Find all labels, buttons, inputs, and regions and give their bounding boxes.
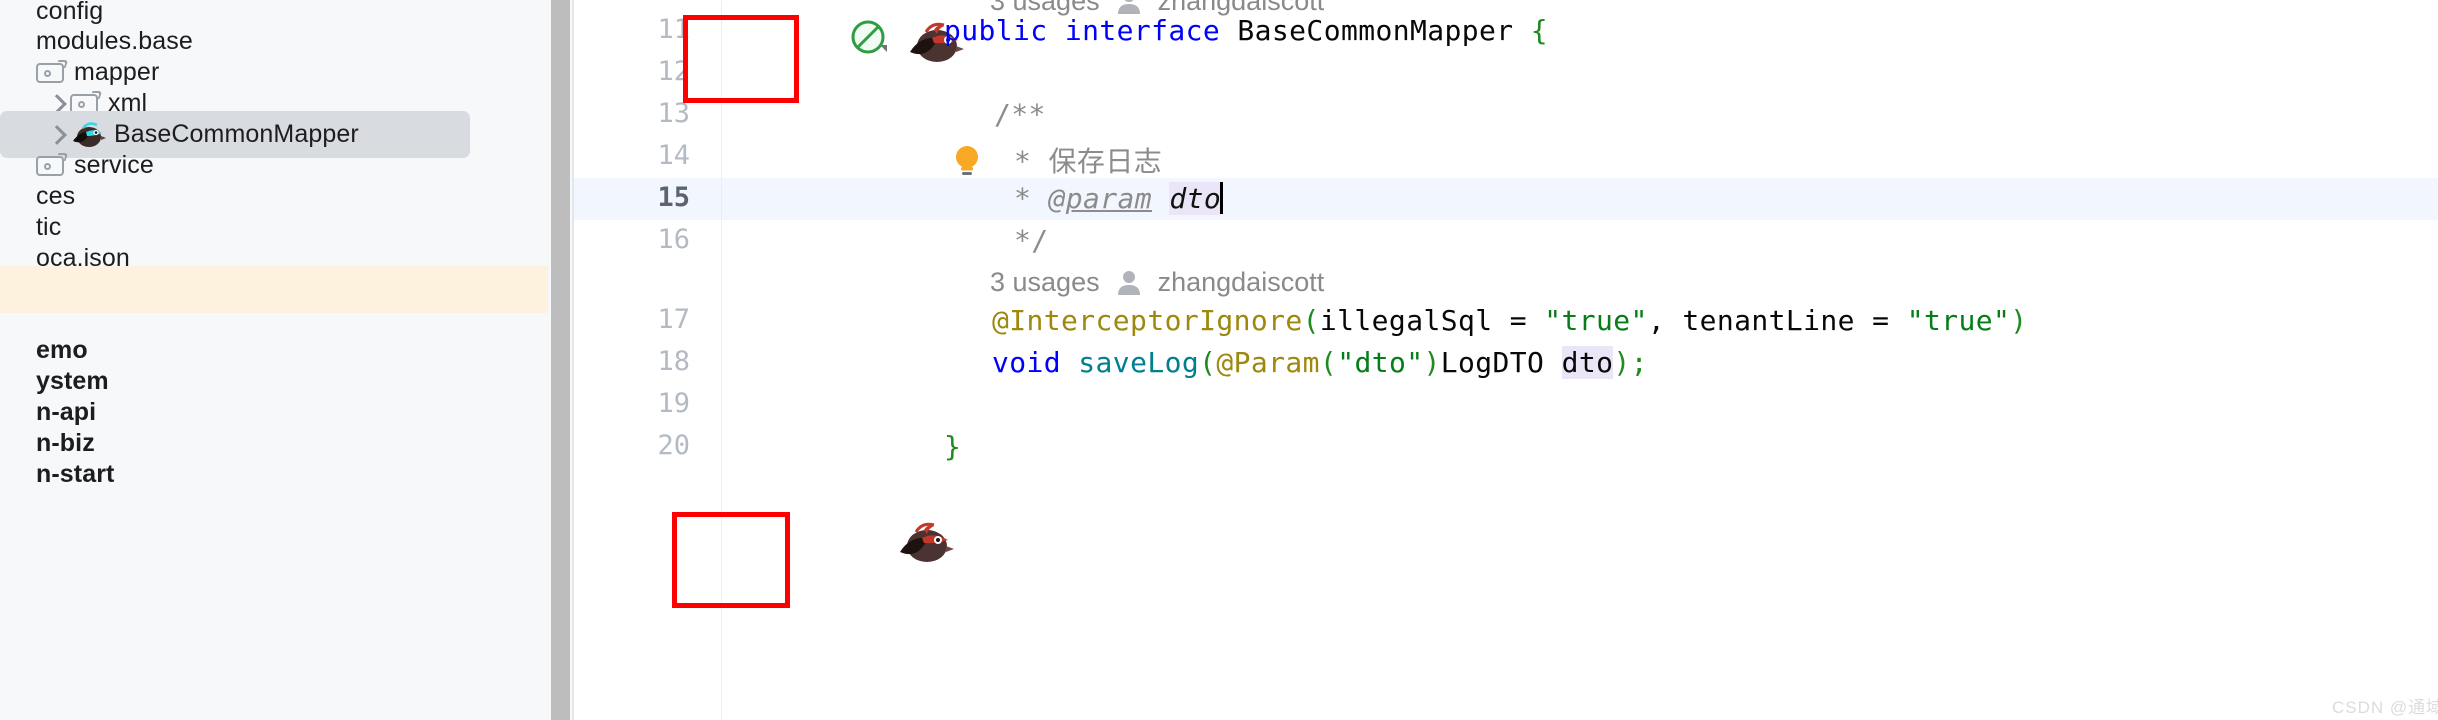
- param-anno-paren-close: ): [1423, 346, 1441, 379]
- anno-key-illegalsql: illegalSql: [1319, 304, 1493, 337]
- text-caret: [1220, 182, 1224, 214]
- param-name-dto[interactable]: dto: [1561, 346, 1614, 379]
- caret-row-highlight: [574, 178, 2438, 220]
- keyword-public: public: [944, 14, 1048, 47]
- gutter-divider: [721, 0, 722, 720]
- open-brace: {: [1530, 14, 1549, 47]
- code-line-17-annotation[interactable]: @InterceptorIgnore(illegalSql = "true", …: [992, 304, 2028, 337]
- line-number-18[interactable]: 18: [574, 346, 690, 377]
- chevron-placeholder: [8, 276, 36, 304]
- code-line-20-close-brace[interactable]: }: [944, 430, 961, 463]
- author-name: zhangdaiscott: [1157, 267, 1325, 297]
- mybatis-navigate-icon-line18[interactable]: [894, 516, 956, 576]
- param-anno-string: "dto": [1337, 346, 1424, 379]
- type-name: BaseCommonMapper: [1237, 14, 1514, 47]
- javadoc-star-2: *: [1014, 182, 1049, 215]
- anno-paren-open: (: [1302, 304, 1320, 337]
- code-line-13-javadoc-open[interactable]: /**: [994, 98, 1046, 131]
- line-number-16[interactable]: 16: [574, 224, 690, 255]
- red-highlight-bottom: [672, 512, 790, 608]
- anno-value-1: "true": [1544, 304, 1648, 337]
- method-signature-tail: );: [1613, 346, 1648, 379]
- line-number-11[interactable]: 11: [574, 14, 690, 45]
- lightbulb-icon[interactable]: [952, 144, 982, 182]
- line-number-12[interactable]: 12: [574, 56, 690, 87]
- anno-value-2: "true": [1906, 304, 2011, 337]
- interceptor-ignore-annotation[interactable]: @InterceptorIgnore: [992, 304, 1303, 337]
- no-entry-icon[interactable]: [849, 18, 887, 60]
- line-number-20[interactable]: 20: [574, 430, 690, 461]
- csdn-watermark: CSDN @通域: [2332, 698, 2438, 717]
- usages-hint[interactable]: 3 usages zhangdaiscott: [990, 267, 1324, 298]
- anno-separator: ,: [1647, 304, 1683, 337]
- tree-item-label: n-start: [36, 460, 115, 488]
- method-name-savelog[interactable]: saveLog: [1078, 346, 1199, 379]
- person-icon: [1116, 269, 1142, 297]
- usages-count: 3 usages: [990, 267, 1100, 297]
- code-line-11[interactable]: public interface BaseCommonMapper {: [944, 14, 1548, 47]
- javadoc-description: 保存日志: [1048, 145, 1163, 178]
- line-number-13[interactable]: 13: [574, 98, 690, 129]
- method-paren-open: (: [1199, 346, 1217, 379]
- anno-key-tenantline: tenantLine: [1682, 304, 1855, 337]
- param-type-logdto[interactable]: LogDTO: [1441, 346, 1545, 379]
- code-line-14-javadoc-desc[interactable]: * 保存日志: [1014, 140, 1162, 180]
- code-line-16-javadoc-close[interactable]: */: [1014, 224, 1049, 257]
- tree-item-blank[interactable]: [0, 266, 548, 313]
- param-anno-paren-open: (: [1319, 346, 1338, 379]
- chevron-placeholder: [8, 461, 36, 489]
- tree-item-n-start[interactable]: n-start: [0, 451, 548, 498]
- code-line-15-javadoc-param[interactable]: * @param dto: [1014, 182, 1224, 215]
- line-number-14[interactable]: 14: [574, 140, 690, 171]
- javadoc-param-tag[interactable]: @param: [1049, 182, 1153, 215]
- line-number-19[interactable]: 19: [574, 388, 690, 419]
- line-number-15[interactable]: 15: [574, 182, 690, 213]
- javadoc-open: /**: [994, 98, 1046, 131]
- anno-paren-close: ): [2010, 304, 2028, 337]
- keyword-interface: interface: [1064, 14, 1221, 47]
- param-annotation[interactable]: @Param: [1216, 346, 1320, 379]
- keyword-void: void: [992, 346, 1062, 379]
- anno-eq-1: =: [1492, 304, 1545, 337]
- project-tree-sidebar[interactable]: config modules.base mapper xml BaseCommonMap…: [0, 0, 548, 720]
- javadoc-param-name[interactable]: dto: [1169, 182, 1222, 215]
- code-editor[interactable]: 11 12 13 14 15 16 17 18 19 20 3 usages z…: [574, 0, 2438, 720]
- sidebar-scrollbar-thumb[interactable]: [551, 0, 570, 720]
- anno-eq-2: =: [1854, 304, 1907, 337]
- javadoc-star: *: [1014, 145, 1049, 178]
- close-brace: }: [944, 430, 962, 463]
- red-highlight-top: [683, 15, 799, 103]
- javadoc-close: */: [1014, 224, 1049, 257]
- line-number-17[interactable]: 17: [574, 304, 690, 335]
- screenshot-root: config modules.base mapper xml BaseCommonMap…: [0, 0, 2438, 720]
- code-line-18-method[interactable]: void saveLog(@Param("dto")LogDTO dto);: [992, 346, 1648, 379]
